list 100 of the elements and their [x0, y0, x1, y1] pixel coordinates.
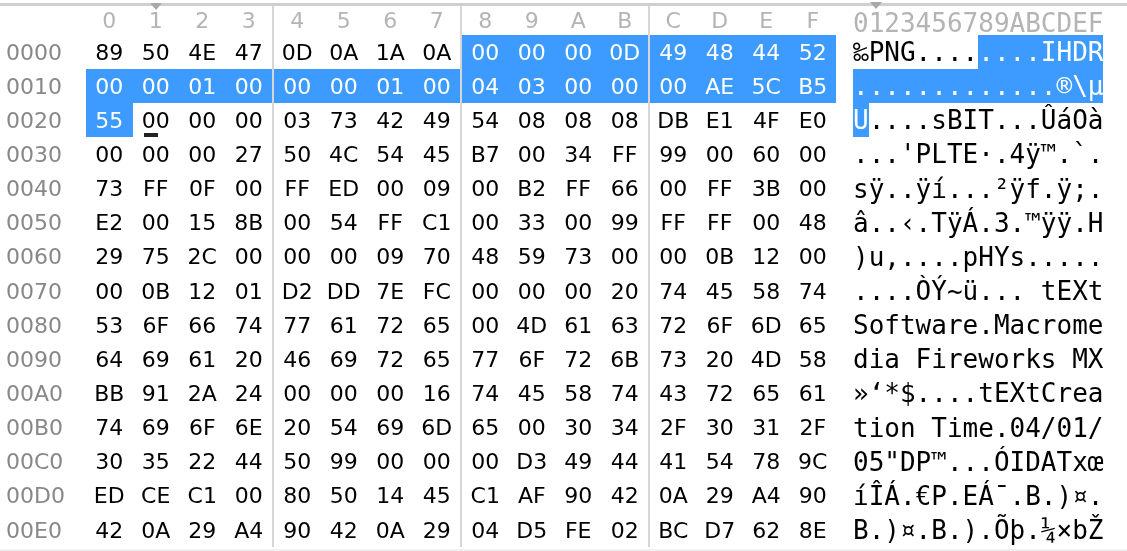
hex-byte[interactable]: 22	[179, 444, 226, 479]
hex-byte[interactable]: 74	[86, 410, 133, 445]
hex-byte[interactable]: 50	[132, 35, 179, 70]
hex-byte[interactable]: 72	[650, 308, 697, 343]
hex-byte[interactable]: 45	[413, 478, 460, 513]
hex-byte[interactable]: 65	[413, 342, 460, 377]
hex-byte[interactable]: BC	[650, 512, 697, 548]
hex-byte[interactable]: 2A	[179, 376, 226, 411]
hex-byte[interactable]: FF	[696, 171, 743, 206]
hex-byte[interactable]: 65	[462, 410, 509, 445]
hex-byte[interactable]: 00	[508, 274, 555, 309]
hex-byte[interactable]: 00	[367, 171, 414, 206]
hex-byte[interactable]: E0	[789, 103, 836, 138]
hex-byte[interactable]: 6E	[225, 410, 272, 445]
hex-byte[interactable]: 89	[86, 35, 133, 70]
hex-byte[interactable]: 00	[462, 308, 509, 343]
hex-byte[interactable]: 00	[555, 274, 602, 309]
hex-byte[interactable]: 8B	[225, 205, 272, 240]
hex-byte[interactable]: 02	[601, 512, 648, 548]
hex-byte[interactable]: 45	[696, 274, 743, 309]
hex-byte[interactable]: 41	[650, 444, 697, 479]
hex-byte[interactable]: BB	[86, 376, 133, 411]
hex-byte[interactable]: 44	[225, 444, 272, 479]
hex-byte[interactable]: FF	[132, 171, 179, 206]
hex-byte[interactable]: 9C	[789, 444, 836, 479]
hex-byte[interactable]: 54	[696, 444, 743, 479]
ascii-text[interactable]: ‰PNG....	[853, 35, 979, 70]
hex-byte[interactable]: 47	[225, 35, 272, 70]
ascii-text[interactable]: 05"DP™...ÓIDATxœ	[853, 444, 1104, 479]
hex-byte[interactable]: 6B	[601, 342, 648, 377]
hex-byte[interactable]: D7	[696, 512, 743, 548]
hex-byte[interactable]: D2	[274, 274, 321, 309]
hex-byte[interactable]: 6F	[508, 342, 555, 377]
ascii-text[interactable]: ....ÒÝ~ü... tEXt	[853, 274, 1104, 309]
hex-byte[interactable]: 99	[650, 137, 697, 172]
hex-byte[interactable]: 42	[601, 478, 648, 513]
hex-byte[interactable]: 4D	[743, 342, 790, 377]
hex-byte[interactable]: 61	[555, 308, 602, 343]
hex-byte[interactable]: 3B	[743, 171, 790, 206]
hex-byte[interactable]: CE	[132, 478, 179, 513]
hex-byte[interactable]: 6F	[696, 308, 743, 343]
hex-byte[interactable]: 29	[413, 512, 460, 548]
hex-byte[interactable]: 2F	[789, 410, 836, 445]
ascii-text[interactable]: B.)¤.B.).Õþ.¼×bŽ	[853, 512, 1104, 548]
hex-byte[interactable]: 00	[132, 103, 179, 138]
hex-byte[interactable]: 74	[601, 376, 648, 411]
hex-byte[interactable]: 34	[555, 137, 602, 172]
hex-byte[interactable]: 00	[86, 274, 133, 309]
hex-byte[interactable]: ED	[86, 478, 133, 513]
hex-byte[interactable]: 29	[86, 239, 133, 274]
hex-byte[interactable]: ED	[320, 171, 367, 206]
hex-byte[interactable]: 00	[508, 410, 555, 445]
hex-byte[interactable]: 01	[225, 274, 272, 309]
hex-byte[interactable]: 72	[367, 308, 414, 343]
hex-byte[interactable]: 46	[274, 342, 321, 377]
ascii-text[interactable]: â..‹.TÿÁ.3.™ÿÿ.H	[853, 205, 1104, 240]
ascii-text[interactable]: tion Time.04/01/	[853, 410, 1104, 445]
hex-byte[interactable]: 73	[86, 171, 133, 206]
hex-byte[interactable]: 08	[508, 103, 555, 138]
hex-byte[interactable]: 20	[274, 410, 321, 445]
hex-byte[interactable]: FC	[413, 274, 460, 309]
hex-byte[interactable]: 00	[225, 478, 272, 513]
hex-byte[interactable]: 03	[274, 103, 321, 138]
hex-byte[interactable]: 74	[462, 376, 509, 411]
hex-byte[interactable]: 4C	[320, 137, 367, 172]
hex-byte[interactable]: 09	[367, 239, 414, 274]
hex-byte[interactable]: 77	[462, 342, 509, 377]
hex-byte[interactable]: 61	[789, 376, 836, 411]
hex-byte[interactable]: FE	[555, 512, 602, 548]
hex-byte[interactable]: 99	[320, 444, 367, 479]
hex-byte[interactable]: 69	[320, 342, 367, 377]
hex-byte[interactable]: 00	[650, 239, 697, 274]
hex-byte[interactable]: 12	[179, 274, 226, 309]
ascii-text[interactable]: ....sBIT...ÛáOà	[868, 103, 1104, 138]
hex-byte[interactable]: 61	[179, 342, 226, 377]
hex-byte[interactable]: AF	[508, 478, 555, 513]
hex-byte[interactable]: 6D	[743, 308, 790, 343]
hex-byte[interactable]: 64	[86, 342, 133, 377]
hex-byte[interactable]: 50	[320, 478, 367, 513]
hex-byte[interactable]: 00	[601, 239, 648, 274]
hex-byte[interactable]: 77	[274, 308, 321, 343]
hex-byte[interactable]: 74	[789, 274, 836, 309]
ascii-text[interactable]: »‘*$....tEXtCrea	[853, 376, 1104, 411]
hex-byte[interactable]: DB	[650, 103, 697, 138]
ascii-text[interactable]: sÿ..ÿí...²ÿf.ÿ;.	[853, 171, 1104, 206]
hex-byte[interactable]: 78	[743, 444, 790, 479]
hex-byte[interactable]: 42	[320, 512, 367, 548]
hex-byte[interactable]: 70	[413, 239, 460, 274]
hex-byte[interactable]: B7	[462, 137, 509, 172]
hex-byte[interactable]: 74	[225, 308, 272, 343]
hex-byte[interactable]: FF	[601, 137, 648, 172]
hex-byte[interactable]: 09	[413, 171, 460, 206]
hex-byte[interactable]: 4F	[743, 103, 790, 138]
ascii-text[interactable]: Software.Macrome	[853, 308, 1104, 343]
hex-byte[interactable]: 63	[601, 308, 648, 343]
hex-byte[interactable]: 00	[132, 205, 179, 240]
hex-byte[interactable]: FF	[274, 171, 321, 206]
hex-byte[interactable]: 00	[86, 137, 133, 172]
hex-byte[interactable]: 54	[320, 410, 367, 445]
hex-byte[interactable]: 65	[789, 308, 836, 343]
